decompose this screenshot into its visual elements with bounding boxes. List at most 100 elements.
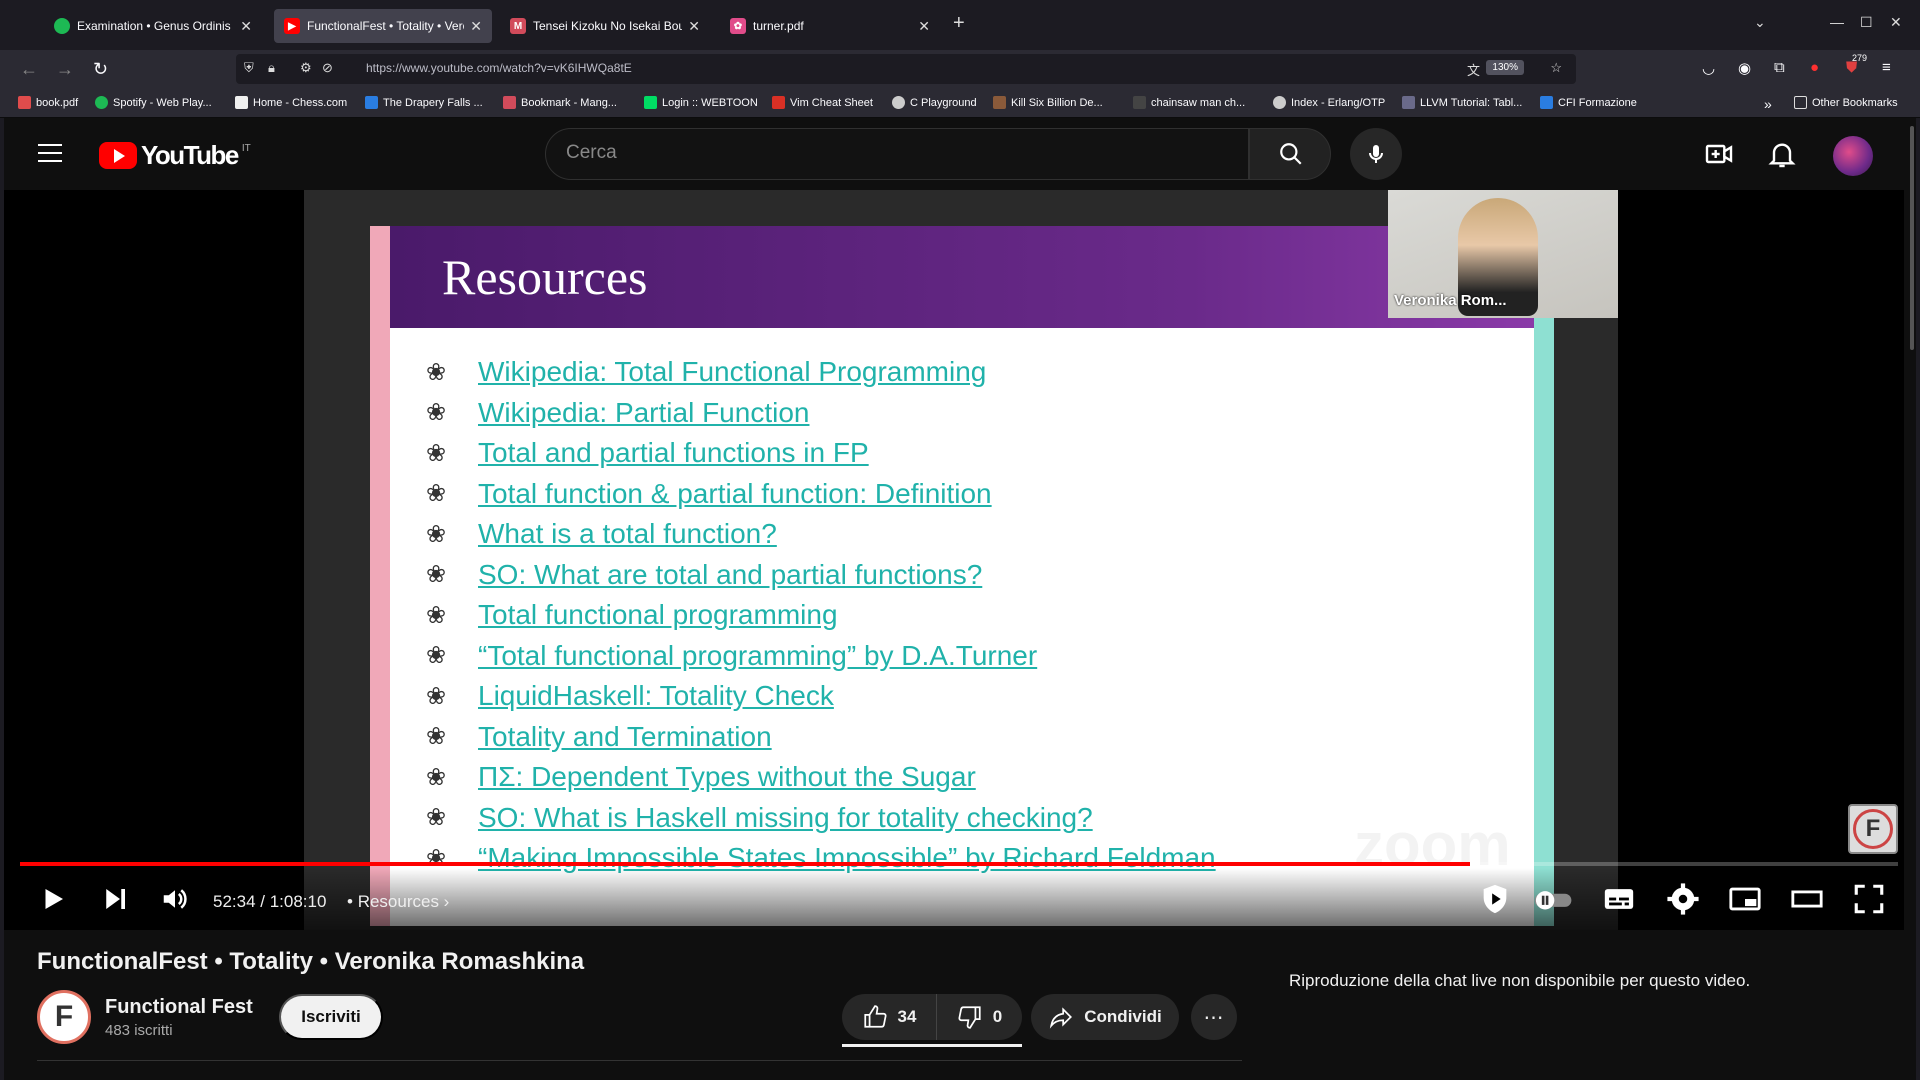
bookmark-site-icon — [993, 96, 1006, 109]
speaker-name: Veronika Rom... — [1394, 292, 1507, 309]
miniplayer-icon[interactable] — [1728, 882, 1762, 916]
back-arrow-icon[interactable]: ← — [20, 59, 38, 80]
extension-badge: 279 — [1852, 53, 1868, 63]
app-menu-icon[interactable]: ≡ — [1882, 59, 1891, 76]
theater-mode-icon[interactable] — [1790, 882, 1824, 916]
play-icon[interactable] — [38, 882, 68, 916]
tab-title: Examination • Genus Ordinis Dei — [77, 19, 234, 33]
youtube-page: YouTube IT Resources ❀ Wikipedia: Total F… — [4, 118, 1916, 1080]
tab-tensei-kizoku[interactable]: M Tensei Kizoku No Isekai Boukenroku ✕ — [500, 9, 710, 43]
volume-icon[interactable] — [160, 882, 190, 916]
resource-list-item: ❀ Total functional programming — [426, 595, 1216, 636]
maximize-icon[interactable]: ☐ — [1860, 14, 1873, 31]
hamburger-menu-icon[interactable] — [38, 144, 62, 162]
resource-link: “Total functional programming” by D.A.Tu… — [478, 639, 1038, 671]
autoplay-shield-icon[interactable] — [1478, 882, 1512, 916]
voice-search-button[interactable] — [1350, 128, 1402, 180]
forward-arrow-icon[interactable]: → — [56, 59, 74, 80]
close-icon[interactable]: ✕ — [240, 18, 252, 35]
pocket-icon[interactable]: ◡ — [1702, 59, 1715, 77]
url-bar[interactable]: ⛨ 🔒︎ ⚙ ⊘ https://www.youtube.com/watch?v… — [236, 54, 1576, 84]
close-icon[interactable]: ✕ — [918, 18, 930, 35]
zoom-level-badge[interactable]: 130% — [1486, 60, 1524, 75]
bookmark-label: Index - Erlang/OTP — [1291, 96, 1386, 109]
bookmark-llvm[interactable]: LLVM Tutorial: Tabl... — [1402, 96, 1522, 109]
subscribe-button[interactable]: Iscriviti — [279, 994, 383, 1040]
bookmark-webtoon[interactable]: Login :: WEBTOON — [644, 96, 758, 109]
bookmark-chess[interactable]: Home - Chess.com — [235, 96, 347, 109]
progress-bar[interactable] — [20, 862, 1898, 866]
channel-avatar[interactable]: F — [37, 990, 91, 1044]
new-tab-button[interactable]: + — [953, 12, 965, 35]
other-bookmarks[interactable]: Other Bookmarks — [1794, 96, 1898, 109]
bookmark-c-playground[interactable]: C Playground — [892, 96, 977, 109]
minimize-icon[interactable]: — — [1830, 14, 1844, 30]
bookmark-spotify[interactable]: Spotify - Web Play... — [95, 96, 212, 109]
resource-link: Wikipedia: Partial Function — [478, 396, 810, 428]
pdf-icon: ✿ — [730, 18, 746, 34]
account-icon[interactable]: ◉ — [1738, 59, 1751, 77]
video-player[interactable]: Resources ❀ Wikipedia: Total Functional P… — [4, 190, 1904, 930]
search-button[interactable] — [1249, 128, 1331, 180]
lock-icon[interactable]: 🔒︎ — [268, 60, 275, 76]
translate-icon[interactable]: 文 — [1467, 60, 1480, 79]
chapter-button[interactable]: • Resources › — [347, 892, 449, 912]
permissions-icon[interactable]: ⚙ — [300, 60, 312, 76]
resource-list-item: ❀ SO: What is Haskell missing for totalit… — [426, 798, 1216, 839]
flower-bullet-icon: ❀ — [426, 439, 447, 467]
channel-name[interactable]: Functional Fest — [105, 996, 253, 1019]
reload-icon[interactable]: ↻ — [93, 59, 108, 80]
subtitles-icon[interactable] — [1602, 882, 1636, 916]
resource-link: Totality and Termination — [478, 720, 772, 752]
autoplay-toggle-icon[interactable] — [1532, 882, 1574, 916]
more-actions-button[interactable]: ⋯ — [1191, 994, 1237, 1040]
create-video-icon[interactable] — [1703, 138, 1735, 170]
resource-link: LiquidHaskell: Totality Check — [478, 680, 834, 712]
shield-icon[interactable]: ⛨ — [244, 60, 254, 76]
close-icon[interactable]: ✕ — [688, 18, 700, 35]
live-chat-unavailable-message: Riproduzione della chat live non disponi… — [1289, 971, 1751, 990]
bookmark-label: Kill Six Billion De... — [1011, 96, 1103, 109]
url-text[interactable]: https://www.youtube.com/watch?v=vK6IHWQa… — [366, 61, 632, 75]
like-button[interactable]: 34 — [842, 994, 936, 1040]
notifications-bell-icon[interactable] — [1766, 138, 1798, 170]
settings-gear-icon[interactable] — [1666, 882, 1700, 916]
bookmark-chainsaw-man[interactable]: chainsaw man ch... — [1133, 96, 1245, 109]
microphone-icon — [1369, 145, 1383, 163]
chevron-right-double-icon[interactable]: » — [1764, 96, 1772, 112]
tab-examination[interactable]: Examination • Genus Ordinis Dei ✕ — [44, 9, 262, 43]
bookmark-manga[interactable]: Bookmark - Mang... — [503, 96, 617, 109]
dislike-button[interactable]: 0 — [936, 994, 1022, 1040]
next-icon[interactable] — [100, 882, 130, 916]
tab-list-chevron-icon[interactable]: ⌄ — [1754, 14, 1766, 31]
channel-avatar-letter: F — [54, 1000, 74, 1033]
search-input[interactable] — [566, 142, 1206, 164]
flower-bullet-icon: ❀ — [426, 723, 447, 751]
extensions-icon[interactable]: ⧉ — [1774, 59, 1785, 76]
bookmark-vim-cheat-sheet[interactable]: Vim Cheat Sheet — [772, 96, 873, 109]
bookmark-drapery-falls[interactable]: The Drapery Falls ... — [365, 96, 483, 109]
page-scrollbar[interactable] — [1910, 118, 1916, 1080]
close-icon[interactable]: ✕ — [470, 18, 482, 35]
speaker-webcam: Veronika Rom... — [1388, 190, 1618, 318]
user-avatar[interactable] — [1833, 136, 1873, 176]
window-close-icon[interactable]: ✕ — [1890, 14, 1902, 31]
chapter-title: Resources — [357, 892, 439, 911]
share-button[interactable]: Condividi — [1031, 994, 1179, 1040]
bookmark-kill-six-billion[interactable]: Kill Six Billion De... — [993, 96, 1103, 109]
youtube-extension-icon[interactable]: ● — [1810, 59, 1819, 76]
bookmark-cfi-formazione[interactable]: CFI Formazione — [1540, 96, 1637, 109]
tab-turner-pdf[interactable]: ✿ turner.pdf ✕ — [720, 9, 940, 43]
fullscreen-icon[interactable] — [1852, 882, 1886, 916]
youtube-logo[interactable]: YouTube IT — [99, 140, 251, 171]
masthead: YouTube IT — [4, 118, 1916, 190]
bookmark-erlang[interactable]: Index - Erlang/OTP — [1273, 96, 1385, 109]
channel-watermark[interactable]: F — [1848, 804, 1898, 854]
camera-blocked-icon[interactable]: ⊘ — [322, 60, 333, 76]
resource-list-item: ❀ Wikipedia: Partial Function — [426, 393, 1216, 434]
resource-list-item: ❀ Total and partial functions in FP — [426, 433, 1216, 474]
tab-functionalfest[interactable]: ▶ FunctionalFest • Totality • Veronika R… — [274, 9, 492, 43]
bookmark-site-icon — [1133, 96, 1146, 109]
bookmark-book-pdf[interactable]: book.pdf — [18, 96, 78, 109]
star-bookmark-icon[interactable]: ☆ — [1550, 60, 1562, 76]
